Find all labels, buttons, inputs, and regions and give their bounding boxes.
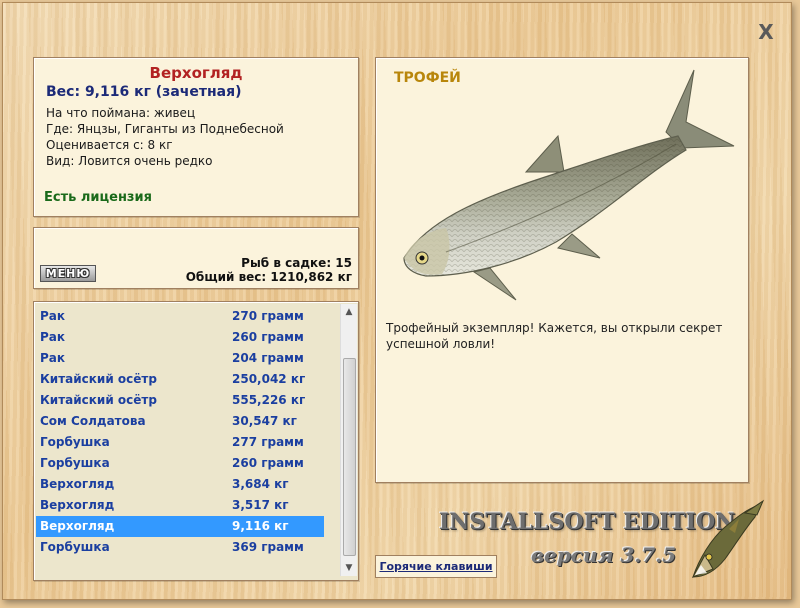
list-item[interactable]: Горбушка 369 грамм	[36, 537, 324, 558]
list-item-name: Горбушка	[40, 456, 110, 470]
trophy-message: Трофейный экземпляр! Кажется, вы открыли…	[386, 321, 723, 351]
list-item-weight: 260 грамм	[232, 456, 304, 470]
list-item-weight: 260 грамм	[232, 330, 304, 344]
scroll-down-arrow-icon[interactable]: ▼	[341, 560, 357, 576]
list-item[interactable]: Рак 204 грамм	[36, 348, 324, 369]
catch-window: X Верхогляд Вес: 9,116 кг (зачетная) На …	[2, 2, 792, 600]
list-item[interactable]: Рак 270 грамм	[36, 306, 324, 327]
list-item-weight: 30,547 кг	[232, 414, 297, 428]
fish-image	[403, 69, 735, 301]
scrollbar-thumb[interactable]	[343, 358, 356, 556]
trophy-panel: ТРОФЕЙ Трофейный экземпляр! Кажется, вы …	[375, 57, 749, 483]
rarity-line: Вид: Ловится очень редко	[46, 154, 213, 168]
license-status: Есть лицензия	[44, 190, 152, 205]
list-item-name: Рак	[40, 309, 66, 323]
list-item[interactable]: Горбушка 260 грамм	[36, 453, 324, 474]
total-weight: Общий вес: 1210,862 кг	[185, 270, 352, 284]
scroll-up-arrow-icon[interactable]: ▲	[341, 304, 357, 320]
fish-info-panel: Верхогляд Вес: 9,116 кг (зачетная) На чт…	[33, 57, 359, 217]
version-label: версия 3.7.5	[531, 543, 677, 567]
pike-logo-icon	[691, 499, 765, 578]
list-item-weight: 9,116 кг	[232, 519, 289, 533]
list-item-weight: 369 грамм	[232, 540, 304, 554]
list-scrollbar[interactable]: ▲ ▼	[340, 304, 357, 576]
list-item-name: Верхогляд	[40, 498, 115, 512]
list-item-weight: 3,684 кг	[232, 477, 289, 491]
list-item-name: Китайский осётр	[40, 372, 157, 386]
valued-from-line: Оценивается с: 8 кг	[46, 138, 173, 152]
list-item-name: Горбушка	[40, 435, 110, 449]
list-item[interactable]: Китайский осётр 555,226 кг	[36, 390, 324, 411]
list-item-name: Рак	[40, 330, 66, 344]
list-item-weight: 555,226 кг	[232, 393, 306, 407]
list-item-name: Рак	[40, 351, 66, 365]
menu-button[interactable]: МЕНЮ	[40, 265, 96, 282]
net-summary-panel: МЕНЮ Рыб в садке: 15 Общий вес: 1210,862…	[33, 227, 359, 289]
list-item-name: Верхогляд	[40, 477, 115, 491]
list-item-weight: 270 грамм	[232, 309, 304, 323]
list-item-name: Верхогляд	[40, 519, 115, 533]
hotkeys-button[interactable]: Горячие клавиши	[375, 555, 497, 578]
list-item-name: Сом Солдатова	[40, 414, 146, 428]
list-item-name: Горбушка	[40, 540, 110, 554]
list-item-name: Китайский осётр	[40, 393, 157, 407]
list-item[interactable]: Верхогляд 3,517 кг	[36, 495, 324, 516]
list-item[interactable]: Сом Солдатова 30,547 кг	[36, 411, 324, 432]
fish-count: Рыб в садке: 15	[241, 256, 352, 270]
list-item-weight: 250,042 кг	[232, 372, 306, 386]
catch-list[interactable]: Рак 270 грамм Рак 260 грамм Рак 204 грам…	[33, 301, 359, 581]
list-item-weight: 3,517 кг	[232, 498, 289, 512]
fish-weight: Вес: 9,116 кг (зачетная)	[46, 84, 242, 100]
list-item-weight: 204 грамм	[232, 351, 304, 365]
list-item[interactable]: Верхогляд 3,684 кг	[36, 474, 324, 495]
list-item[interactable]: Рак 260 грамм	[36, 327, 324, 348]
bait-line: На что поймана: живец	[46, 106, 196, 120]
list-item-weight: 277 грамм	[232, 435, 304, 449]
list-item[interactable]: Горбушка 277 грамм	[36, 432, 324, 453]
list-item[interactable]: Китайский осётр 250,042 кг	[36, 369, 324, 390]
fish-name: Верхогляд	[149, 64, 243, 82]
list-item-selected[interactable]: Верхогляд 9,116 кг	[36, 516, 324, 537]
close-button[interactable]: X	[755, 21, 777, 43]
location-line: Где: Янцзы, Гиганты из Поднебесной	[46, 122, 284, 136]
